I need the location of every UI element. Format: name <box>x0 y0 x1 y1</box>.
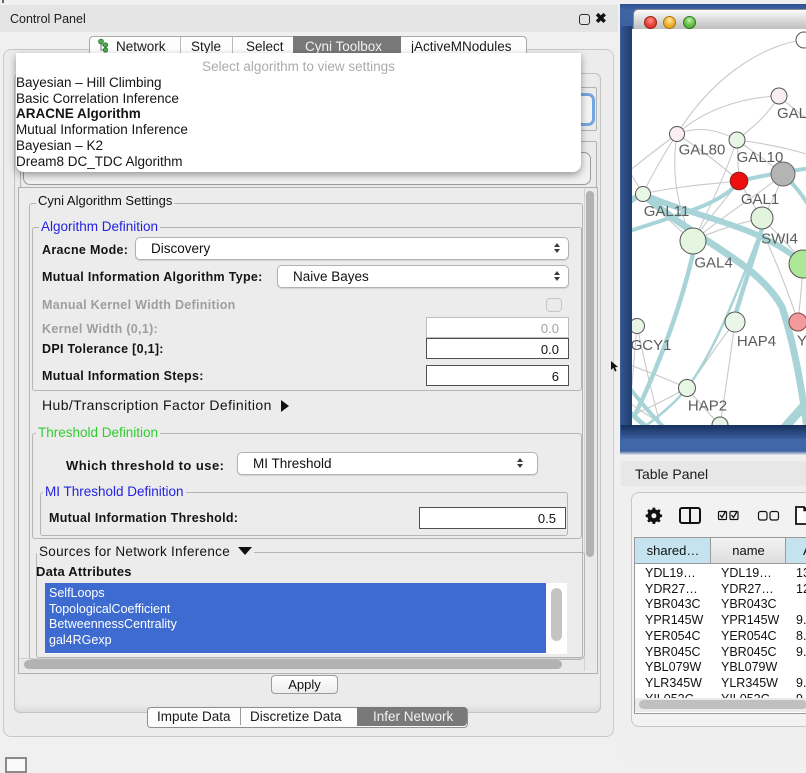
svg-text:Y: Y <box>797 333 806 350</box>
svg-text:GAL1: GAL1 <box>741 191 779 208</box>
svg-text:GAL4: GAL4 <box>694 255 732 272</box>
svg-text:HAP4: HAP4 <box>737 333 776 350</box>
svg-text:GAL80: GAL80 <box>679 142 726 159</box>
svg-text:GAL10: GAL10 <box>737 149 784 166</box>
svg-text:SWI4: SWI4 <box>761 231 798 248</box>
svg-text:GAL: GAL <box>777 105 806 122</box>
svg-text:HAP2: HAP2 <box>688 398 727 415</box>
svg-text:GCY1: GCY1 <box>632 337 671 354</box>
svg-text:GAL11: GAL11 <box>644 203 690 220</box>
